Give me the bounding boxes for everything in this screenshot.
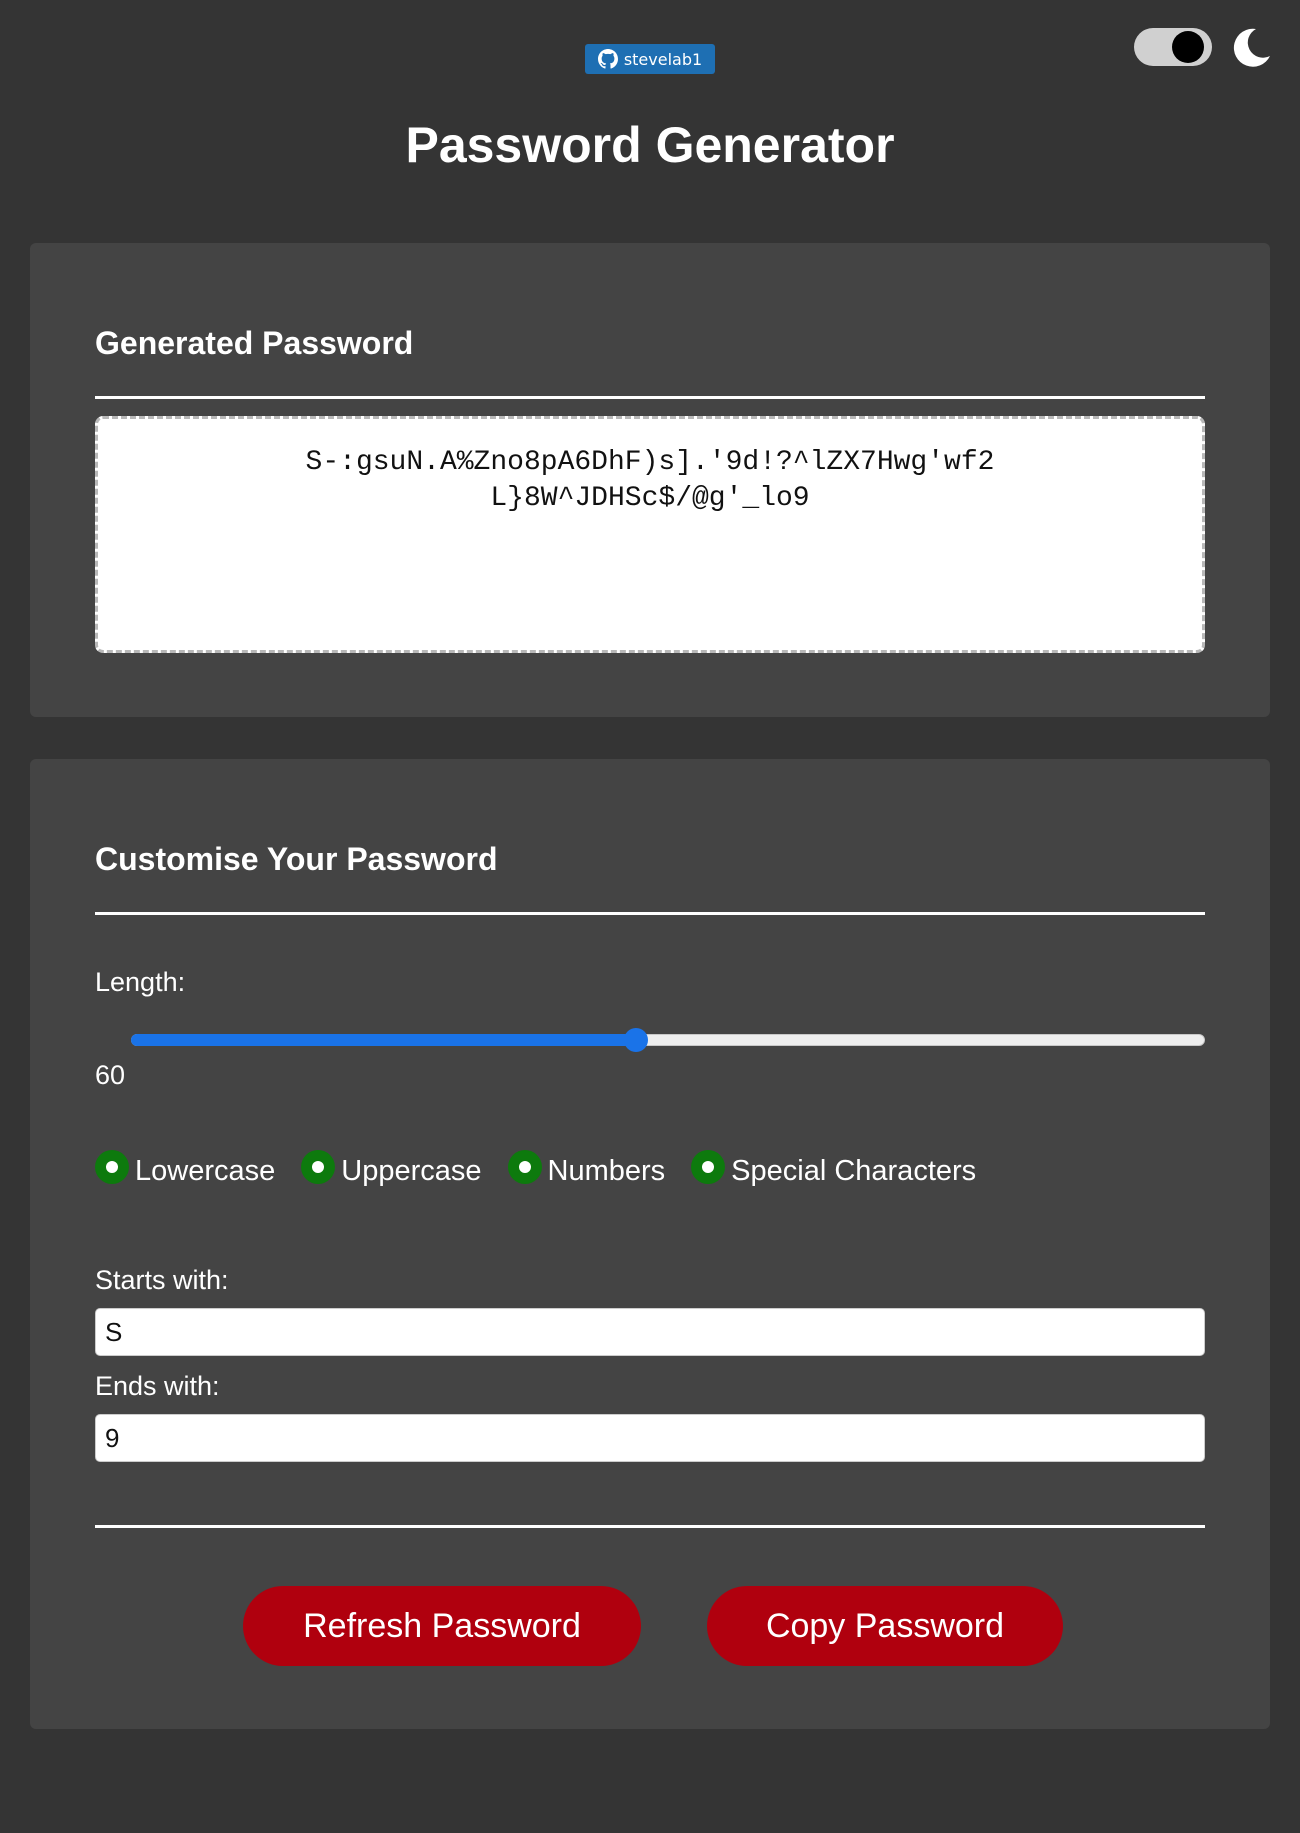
slider-thumb[interactable] — [623, 1028, 648, 1052]
option-label: Numbers — [547, 1155, 666, 1187]
option-label: Lowercase — [135, 1155, 276, 1187]
theme-toggle-knob — [1172, 31, 1204, 63]
option-numbers[interactable]: Numbers — [507, 1150, 666, 1188]
length-label: Length: — [95, 967, 186, 997]
refresh-password-button[interactable]: Refresh Password — [243, 1586, 641, 1666]
copy-password-button[interactable]: Copy Password — [707, 1586, 1063, 1666]
special-characters-radio[interactable] — [691, 1150, 726, 1184]
starts-with-input[interactable] — [95, 1308, 1205, 1356]
numbers-radio[interactable] — [507, 1150, 542, 1184]
slider-fill — [131, 1034, 636, 1046]
option-label: Special Characters — [731, 1155, 977, 1187]
divider — [95, 396, 1205, 399]
option-lowercase[interactable]: Lowercase — [95, 1150, 276, 1188]
generated-password-heading: Generated Password — [95, 325, 414, 361]
divider — [95, 1525, 1205, 1528]
github-username: stevelab1 — [623, 49, 703, 69]
length-slider[interactable] — [95, 1022, 1205, 1058]
character-options: Lowercase Uppercase Numbers Special Char… — [95, 1150, 1002, 1188]
option-label: Uppercase — [341, 1155, 482, 1187]
uppercase-radio[interactable] — [301, 1150, 336, 1184]
customise-card: Customise Your Password Length: 60 Lower… — [30, 759, 1270, 1729]
lowercase-radio[interactable] — [95, 1150, 129, 1184]
option-special-characters[interactable]: Special Characters — [691, 1150, 977, 1188]
divider — [95, 912, 1205, 915]
ends-with-label: Ends with: — [95, 1371, 220, 1401]
github-icon — [597, 49, 618, 69]
github-badge[interactable]: stevelab1 — [585, 44, 715, 74]
theme-toggle[interactable] — [1134, 28, 1212, 66]
moon-icon — [1230, 26, 1272, 68]
password-display[interactable]: S-:gsuN.A%Zno8pA6DhF)s].'9d!?^lZX7Hwg'wf… — [95, 416, 1205, 653]
generated-password-card: Generated Password S-:gsuN.A%Zno8pA6DhF)… — [30, 243, 1270, 717]
page-title: Password Generator — [405, 117, 895, 173]
length-value: 60 — [95, 1060, 126, 1090]
customise-heading: Customise Your Password — [95, 841, 498, 877]
option-uppercase[interactable]: Uppercase — [301, 1150, 482, 1188]
starts-with-label: Starts with: — [95, 1265, 229, 1295]
ends-with-input[interactable] — [95, 1414, 1205, 1462]
